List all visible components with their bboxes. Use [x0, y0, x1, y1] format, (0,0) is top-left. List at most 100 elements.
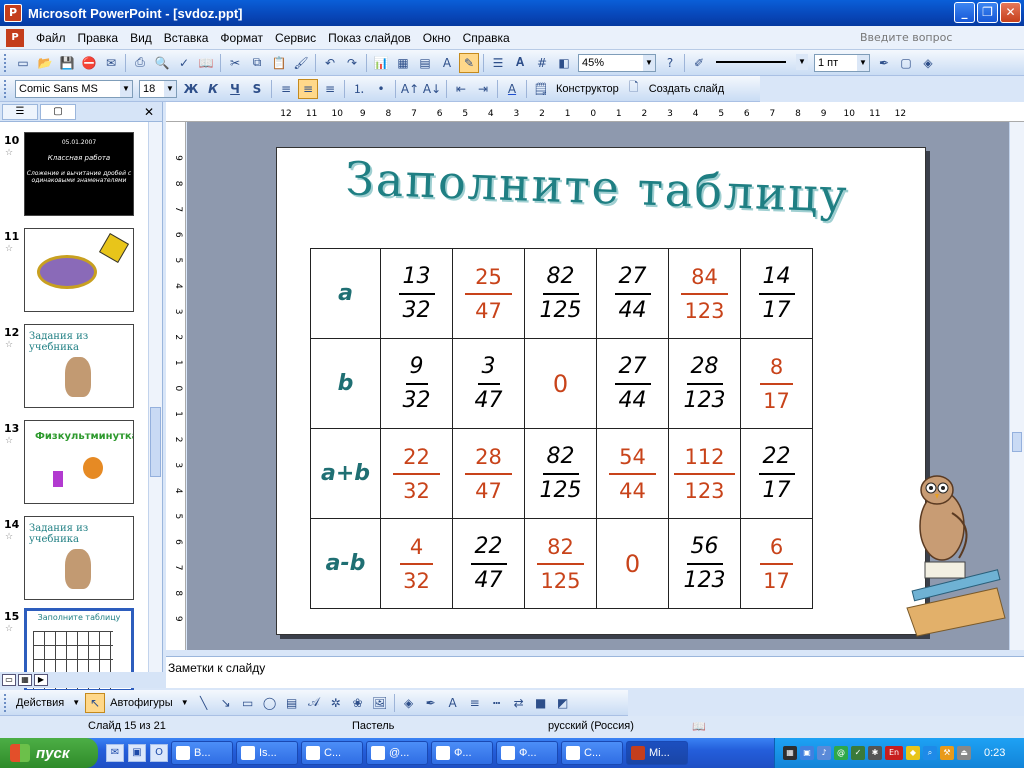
align-center-icon[interactable]: ≡ [298, 78, 318, 99]
font-size-select[interactable]: 18 ▼ [139, 79, 177, 98]
table-cell[interactable]: 14 17 [740, 248, 813, 339]
redo-icon[interactable]: ↷ [342, 53, 362, 73]
italic-button[interactable]: К [203, 79, 223, 99]
table-cell[interactable]: 82 125 [524, 428, 597, 519]
show-formatting-icon[interactable]: 𝐀 [510, 53, 530, 73]
underline-button[interactable]: Ч [225, 79, 245, 99]
undo-icon[interactable]: ↶ [320, 53, 340, 73]
print-icon[interactable]: ⎙ [130, 53, 150, 73]
arrow-style-icon[interactable]: ⇄ [509, 693, 529, 713]
menu-tools[interactable]: Сервис [269, 31, 322, 45]
permission-icon[interactable]: ⛔ [79, 53, 99, 73]
table-cell[interactable]: 13 32 [380, 248, 453, 339]
slides-panel-scrollbar[interactable] [148, 122, 162, 672]
menu-slideshow[interactable]: Показ слайдов [322, 31, 417, 45]
print-preview-icon[interactable]: 🔍 [152, 53, 172, 73]
increase-indent-icon[interactable]: ⇥ [473, 79, 493, 99]
table-cell[interactable]: 22 32 [380, 428, 453, 519]
close-panel-icon[interactable]: ✕ [144, 105, 154, 119]
slideshow-icon[interactable]: ▶ [34, 674, 48, 686]
designer-button[interactable]: Конструктор [552, 83, 623, 95]
taskbar-item-4[interactable]: @... [366, 741, 428, 765]
line-color-icon[interactable]: ✒ [421, 693, 441, 713]
fill-color-icon[interactable]: ◈ [918, 53, 938, 73]
table-cell[interactable]: 8 17 [740, 338, 813, 429]
minimize-button[interactable]: _ [954, 2, 975, 23]
new-icon[interactable]: ▭ [13, 53, 33, 73]
shadow-style-icon[interactable]: ■ [531, 693, 551, 713]
autoshapes-menu[interactable]: Автофигуры [106, 697, 177, 709]
font-color-icon[interactable]: A [443, 693, 463, 713]
slide-thumb-12[interactable]: 12 ☆ Задания из учебника [0, 324, 148, 414]
line-color-icon[interactable]: ✒ [874, 53, 894, 73]
picture-icon[interactable]: 🖼 [370, 693, 390, 713]
antivirus-icon[interactable]: ✱ [868, 746, 882, 760]
expand-all-icon[interactable]: ☰ [488, 53, 508, 73]
oval-icon[interactable]: ◯ [260, 693, 280, 713]
menu-file[interactable]: Файл [30, 31, 72, 45]
slide-thumb-11[interactable]: 11 ☆ [0, 228, 148, 318]
increase-font-icon[interactable]: A↑ [400, 79, 420, 99]
insert-table-icon[interactable]: ▦ [393, 53, 413, 73]
table-cell[interactable]: 9 32 [380, 338, 453, 429]
table-cell[interactable]: 84 123 [668, 248, 741, 339]
textbox-icon[interactable]: ▤ [282, 693, 302, 713]
menu-help[interactable]: Справка [457, 31, 516, 45]
fill-color-icon[interactable]: ◈ [399, 693, 419, 713]
decrease-indent-icon[interactable]: ⇤ [451, 79, 471, 99]
research-icon[interactable]: 📖 [196, 53, 216, 73]
table-cell[interactable]: 56 123 [668, 518, 741, 609]
taskbar-item-3[interactable]: С... [301, 741, 363, 765]
show-grid-icon[interactable]: # [532, 53, 552, 73]
table-cell[interactable]: 4 32 [380, 518, 453, 609]
start-button[interactable]: пуск [0, 738, 98, 768]
table-cell[interactable]: 82 125 [524, 248, 597, 339]
close-button[interactable]: ✕ [1000, 2, 1021, 23]
current-slide[interactable]: Заполните таблицу a 13 32 25 47 82 125 27 44 84 12… [276, 147, 1006, 637]
cut-icon[interactable]: ✂ [225, 53, 245, 73]
select-objects-icon[interactable]: ↖ [85, 692, 106, 713]
clipart-icon[interactable]: ❀ [348, 693, 368, 713]
scrollbar-thumb[interactable] [150, 407, 161, 477]
font-name-select[interactable]: Comic Sans MS ▼ [15, 79, 133, 98]
new-slide-icon[interactable]: 🗋 [624, 79, 644, 99]
volume-icon[interactable]: ♪ [817, 746, 831, 760]
line-style-icon[interactable]: ≡ [465, 693, 485, 713]
slides-tab[interactable]: ▢ [40, 103, 76, 120]
insert-chart-icon[interactable]: 📊 [371, 53, 391, 73]
table-cell[interactable]: 22 47 [452, 518, 525, 609]
table-cell[interactable]: 112 123 [668, 428, 741, 519]
align-left-icon[interactable]: ≡ [276, 79, 296, 99]
table-cell[interactable]: 27 44 [596, 248, 669, 339]
table-cell[interactable]: 54 44 [596, 428, 669, 519]
menu-window[interactable]: Окно [417, 31, 457, 45]
menu-view[interactable]: Вид [124, 31, 158, 45]
toolbar-grip[interactable] [4, 53, 8, 72]
language-indicator[interactable]: En [885, 746, 903, 760]
powerpoint-app-icon[interactable]: P [4, 4, 22, 22]
new-slide-button[interactable]: Создать слайд [645, 83, 728, 95]
table-cell[interactable]: 0 [524, 338, 597, 429]
table-cell[interactable]: 0 [596, 518, 669, 609]
slide-thumb-13[interactable]: 13 ☆ Физкультминутка [0, 420, 148, 510]
format-painter-icon[interactable]: 🖌 [291, 53, 311, 73]
network-icon[interactable]: ▦ [783, 746, 797, 760]
paste-icon[interactable]: 📋 [269, 53, 289, 73]
help-icon[interactable]: ? [660, 53, 680, 73]
designer-icon[interactable]: 🗒 [531, 79, 551, 99]
numbering-icon[interactable]: ⒈ [349, 79, 369, 99]
taskbar-item-5[interactable]: Ф... [431, 741, 493, 765]
zoom-select[interactable]: 45% ▼ [578, 53, 656, 72]
3d-style-icon[interactable]: ◩ [553, 693, 573, 713]
color-grayscale-icon[interactable]: ◧ [554, 53, 574, 73]
document-icon[interactable]: P [6, 28, 24, 47]
font-color-icon[interactable]: A [502, 79, 522, 99]
toolbar-grip[interactable] [4, 79, 8, 98]
show-desktop-icon[interactable]: ▣ [128, 744, 146, 762]
border-icon[interactable]: ▢ [896, 53, 916, 73]
taskbar-item-6[interactable]: Ф... [496, 741, 558, 765]
outline-tab[interactable]: ☰ [2, 103, 38, 120]
slide-sorter-icon[interactable]: ▦ [18, 674, 32, 686]
rectangle-icon[interactable]: ▭ [238, 693, 258, 713]
drawing-edit-icon[interactable]: ✐ [689, 53, 709, 73]
